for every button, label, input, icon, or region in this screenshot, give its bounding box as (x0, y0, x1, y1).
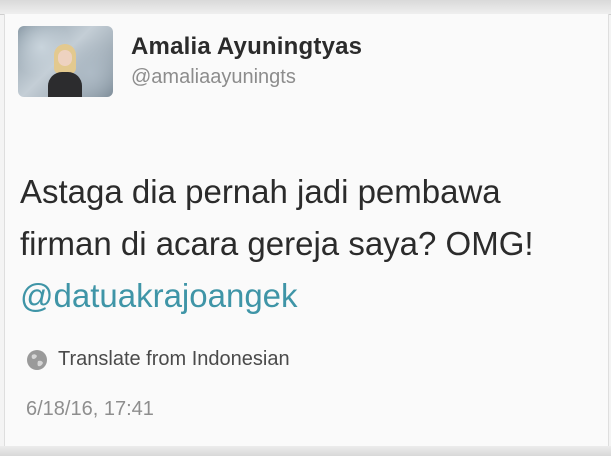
translate-button[interactable]: Translate from Indonesian (26, 348, 290, 371)
avatar[interactable] (18, 26, 113, 97)
author-display-name[interactable]: Amalia Ayuningtyas (131, 32, 362, 62)
tweet-timestamp[interactable]: 6/18/16, 17:41 (26, 398, 154, 421)
tweet-line-2: firman di acara gereja saya? OMG! (20, 225, 534, 262)
globe-icon (27, 349, 47, 370)
window-bottom-bar (0, 446, 611, 456)
avatar-body (48, 72, 82, 97)
tweet-header: Amalia Ayuningtyas @amaliaayuningts (18, 26, 362, 97)
tweet-text: Astaga dia pernah jadi pembawa firman di… (20, 166, 595, 322)
window-top-bar (0, 0, 611, 15)
author-handle[interactable]: @amaliaayuningts (131, 64, 362, 90)
translate-label: Translate from Indonesian (58, 348, 290, 370)
avatar-face (58, 50, 72, 66)
mention-link[interactable]: @datuakrajoangek (20, 270, 595, 322)
author-names: Amalia Ayuningtyas @amaliaayuningts (131, 32, 362, 90)
tweet-line-1: Astaga dia pernah jadi pembawa (20, 173, 501, 210)
